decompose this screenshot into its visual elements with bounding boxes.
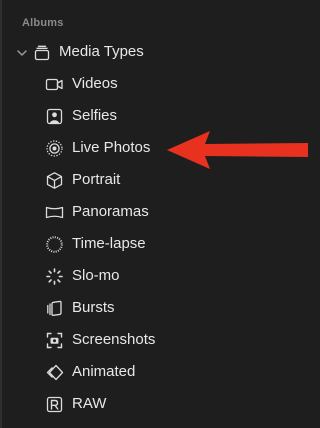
sidebar-item-label: Slo-mo bbox=[72, 267, 120, 284]
annotation-arrow bbox=[167, 131, 308, 169]
sidebar-item-animated[interactable]: Animated bbox=[0, 359, 300, 385]
animated-icon bbox=[46, 364, 64, 381]
sidebar-item-label: Selfies bbox=[72, 107, 118, 124]
chevron-down-icon[interactable] bbox=[15, 46, 29, 60]
sidebar-item-raw[interactable]: RAW bbox=[0, 391, 300, 417]
video-camera-icon bbox=[45, 78, 63, 91]
photos-sidebar: Albums Media Types Videos Selfies Live P… bbox=[0, 0, 308, 428]
sidebar-item-time-lapse[interactable]: Time-lapse bbox=[0, 231, 300, 257]
sidebar-item-label: Portrait bbox=[72, 171, 121, 188]
cube-icon bbox=[46, 172, 63, 189]
sidebar-item-label: Panoramas bbox=[72, 203, 149, 220]
sidebar-item-bursts[interactable]: Bursts bbox=[0, 295, 300, 321]
sidebar-item-label: Time-lapse bbox=[72, 235, 146, 252]
selfie-portrait-icon bbox=[46, 108, 63, 125]
panorama-icon bbox=[45, 206, 64, 219]
sidebar-item-label: Bursts bbox=[72, 299, 115, 316]
sidebar-item-slo-mo[interactable]: Slo-mo bbox=[0, 263, 300, 289]
section-header-albums: Albums bbox=[22, 17, 64, 29]
sidebar-item-videos[interactable]: Videos bbox=[0, 71, 300, 97]
raw-icon bbox=[46, 396, 63, 413]
slomo-icon bbox=[46, 268, 63, 285]
sidebar-item-label: RAW bbox=[72, 395, 107, 412]
sidebar-item-label: Live Photos bbox=[72, 139, 151, 156]
sidebar-item-panoramas[interactable]: Panoramas bbox=[0, 199, 300, 225]
sidebar-item-selfies[interactable]: Selfies bbox=[0, 103, 300, 129]
sidebar-group-media-types[interactable]: Media Types bbox=[0, 40, 308, 66]
sidebar-group-label: Media Types bbox=[59, 43, 144, 60]
sidebar-item-label: Animated bbox=[72, 363, 136, 380]
sidebar-item-label: Videos bbox=[72, 75, 118, 92]
screenshot-icon bbox=[46, 332, 63, 349]
sidebar-item-screenshots[interactable]: Screenshots bbox=[0, 327, 300, 353]
sidebar-item-label: Screenshots bbox=[72, 331, 156, 348]
stack-icon bbox=[34, 45, 50, 61]
live-photo-icon bbox=[46, 140, 63, 157]
bursts-icon bbox=[47, 300, 62, 317]
timelapse-icon bbox=[46, 236, 63, 253]
